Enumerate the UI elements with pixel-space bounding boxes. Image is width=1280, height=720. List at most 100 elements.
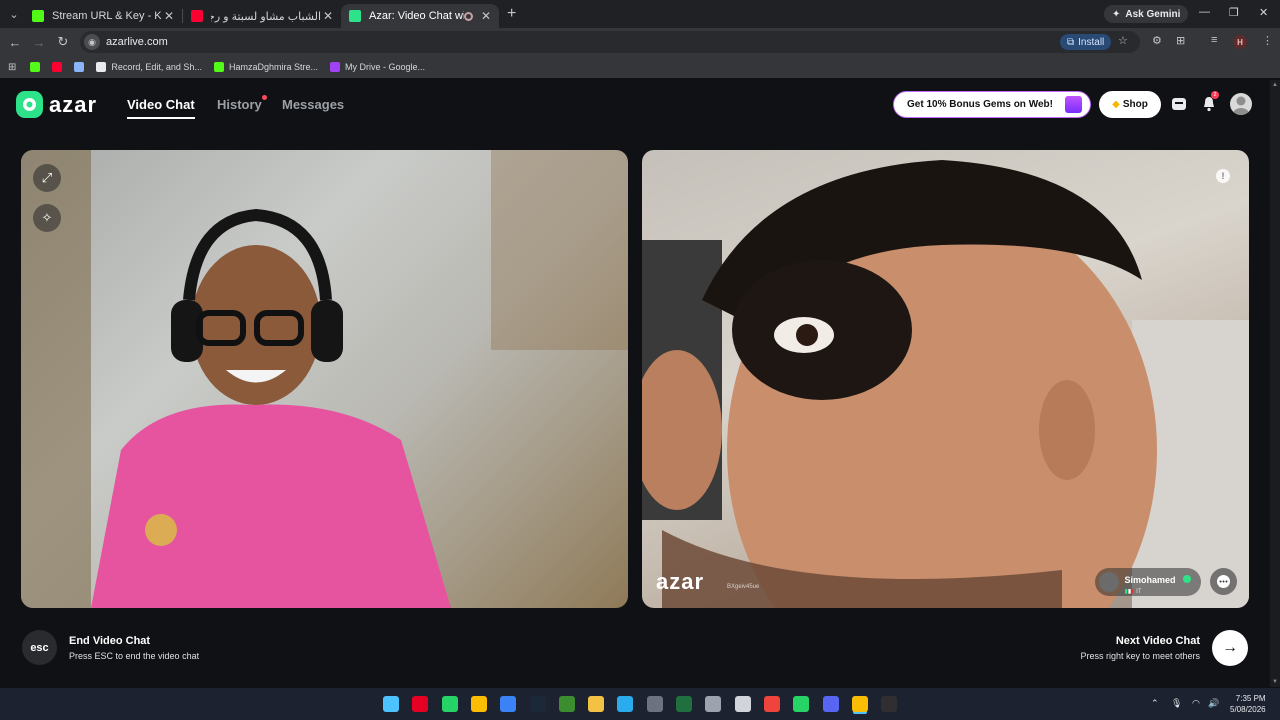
shop-button[interactable]: ◆ Shop [1099,91,1161,118]
chat-bubble-icon[interactable] [1210,568,1237,595]
bookmark-kick[interactable] [30,62,41,72]
taskbar-tasks-icon[interactable] [705,696,722,712]
peer-profile-chip[interactable]: Simohamed ▮▮▮ IT [1094,568,1201,596]
drive-icon [329,62,340,72]
close-tab-icon[interactable]: ✕ [321,9,335,23]
tab-search-icon[interactable]: ⌄ [4,4,24,24]
inbox-icon[interactable] [1169,94,1189,114]
close-window-icon[interactable]: ✕ [1259,6,1268,19]
site-info-icon[interactable]: ◉ [84,34,100,50]
next-chat-hint: Press right key to meet others [1080,651,1200,661]
remote-video-image [642,160,1249,608]
local-video-image [21,150,628,608]
taskbar-folder-icon[interactable] [734,696,751,712]
install-label: Install [1078,36,1105,48]
taskbar-store-icon[interactable] [500,696,517,712]
end-chat-title: End Video Chat [69,635,151,647]
tray-chevron-icon[interactable]: ⌃ [1151,698,1159,709]
sparkle-icon [74,62,85,72]
taskbar-explorer-icon[interactable] [588,696,605,712]
taskbar-whatsapp2-icon[interactable] [793,696,810,712]
azar-icon [349,10,361,22]
restore-icon[interactable]: ❐ [1229,6,1239,19]
report-icon[interactable]: ! [1216,169,1230,183]
forward-icon[interactable]: → [27,35,51,50]
tab-title: Stream URL & Key - Kick Dashb [52,10,162,22]
taskbar-steam-icon[interactable] [529,696,546,712]
bookmark-gemini[interactable] [74,62,85,72]
reload-icon[interactable]: ↻ [51,34,75,50]
media-control-icon[interactable]: ≡ [1211,34,1217,46]
install-button[interactable]: ⧉ Install [1060,34,1112,50]
tab-title: الشباب مشاو لسبتة و رجعو لهاد [211,10,321,23]
flag-red: ▮ [1131,588,1135,595]
tab-azar[interactable]: Azar: Video Chat with New ✕ [341,4,499,28]
ask-gemini-label: Ask Gemini [1125,8,1181,20]
taskbar-chrome-active-icon[interactable] [851,696,868,712]
recording-icon [464,11,473,21]
taskbar-calculator-icon[interactable] [646,696,663,712]
next-chat-button[interactable]: → [1212,630,1248,666]
clock-date: 5/08/2026 [1230,705,1266,714]
taskbar-anydesk-icon[interactable] [763,696,780,712]
taskbar-obs-icon[interactable] [881,696,898,712]
azar-logo-text: azar [49,91,98,117]
tab-youtube-video[interactable]: الشباب مشاو لسبتة و رجعو لهاد ✕ [183,4,341,28]
scroll-down-icon[interactable]: ▼ [1272,679,1278,685]
menu-icon[interactable]: ⋮ [1262,34,1273,47]
taskbar-pinterest-icon[interactable] [412,696,429,712]
peer-info: Simohamed ▮▮▮ IT [1125,570,1191,595]
bookmark-hamza-stream[interactable]: HamzaDghmira Stre... [213,62,318,72]
new-tab-icon[interactable]: + [507,5,516,23]
azar-watermark: azar [656,569,705,594]
extension-icon[interactable]: ⚙ [1152,34,1162,47]
user-avatar[interactable] [1230,93,1252,115]
taskbar-telegram-icon[interactable] [617,696,634,712]
youtube-icon [52,62,63,72]
install-app-icon: ⧉ [1067,36,1075,48]
capcut-icon [96,62,107,72]
bookmark-youtube[interactable] [52,62,63,72]
puzzle-icon[interactable]: ⊞ [1176,34,1185,47]
bookmark-my-drive[interactable]: My Drive - Google... [329,62,425,72]
bookmark-star-icon[interactable]: ☆ [1118,34,1128,47]
tab-kick-dashboard[interactable]: Stream URL & Key - Kick Dashb ✕ [24,4,182,28]
profile-avatar[interactable]: H [1233,35,1247,49]
taskbar-start-icon[interactable] [383,696,399,712]
minimize-icon[interactable]: — [1199,6,1210,18]
address-bar[interactable]: ◉ azarlive.com [80,31,1140,53]
microphone-icon[interactable]: 🎙 [1171,698,1182,709]
notification-badge: 2 [1211,91,1219,99]
history-unread-dot [262,95,267,100]
taskbar-clock[interactable]: 7:35 PM 5/08/2026 [1230,693,1266,715]
page-scrollbar[interactable] [1270,80,1280,687]
ask-gemini-button[interactable]: ✦ Ask Gemini [1104,5,1189,23]
apps-grid-icon[interactable]: ⊞ [8,62,16,73]
taskbar-app-green-icon[interactable] [676,696,692,712]
volume-icon[interactable]: 🔊 [1208,698,1219,709]
expand-icon[interactable]: ⤢ [33,164,61,192]
nav-video-chat[interactable]: Video Chat [127,97,195,112]
taskbar-terminal-icon[interactable] [558,696,575,712]
wifi-icon[interactable]: ◠ [1192,698,1200,709]
end-chat-button[interactable]: esc [22,630,57,665]
taskbar-whatsapp-icon[interactable] [441,696,458,712]
magic-wand-icon[interactable]: ✧ [33,204,61,232]
nav-active-underline [127,117,195,119]
bonus-gems-promo-button[interactable]: Get 10% Bonus Gems on Web! [893,91,1091,118]
taskbar-chrome-icon[interactable] [470,696,487,712]
scroll-up-icon[interactable]: ▲ [1272,82,1278,88]
nav-history[interactable]: History [217,97,262,112]
close-tab-icon[interactable]: ✕ [162,9,176,23]
azar-logo[interactable]: azar [16,91,97,118]
nav-messages[interactable]: Messages [282,97,344,112]
browser-tab-strip: ⌄ Stream URL & Key - Kick Dashb ✕ الشباب… [0,0,1280,28]
back-icon[interactable]: ← [3,35,27,50]
taskbar-discord-icon[interactable] [822,696,839,712]
watermark-id: BXgeiv45ue [727,584,760,590]
azar-logo-icon [16,91,43,118]
close-tab-icon[interactable]: ✕ [479,9,493,23]
tab-title: Azar: Video Chat with New [369,10,464,22]
bookmark-record-edit[interactable]: Record, Edit, and Sh... [96,62,202,72]
kick-icon [30,62,41,72]
